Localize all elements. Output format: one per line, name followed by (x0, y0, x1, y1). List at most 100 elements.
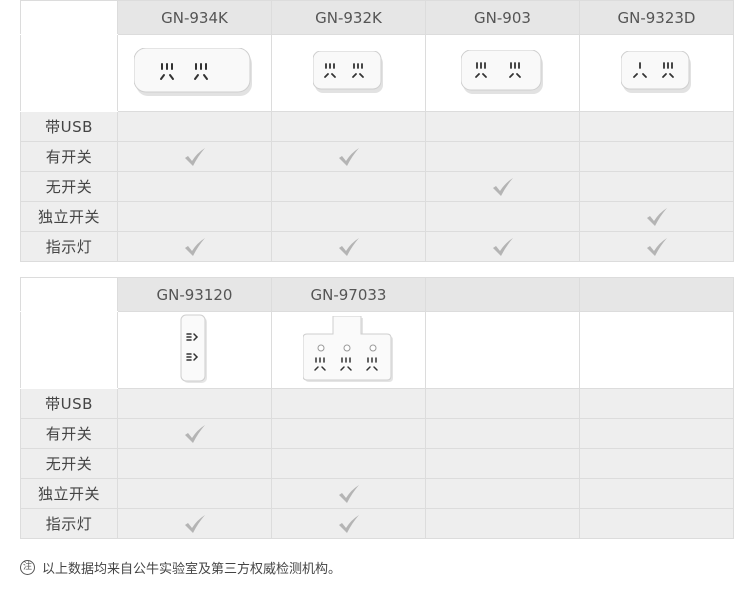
checkmark-icon (646, 237, 667, 256)
feature-row: 无开关 (20, 448, 734, 479)
feature-row: 有开关 (20, 418, 734, 449)
feature-cell (117, 388, 272, 419)
feature-row: 带USB (20, 111, 734, 142)
feature-cell (271, 201, 426, 232)
feature-cell (271, 141, 426, 172)
checkmark-icon (338, 237, 359, 256)
product-image-row (20, 311, 734, 389)
feature-row: 指示灯 (20, 508, 734, 539)
feature-label: 无开关 (20, 448, 118, 479)
feature-cell (579, 201, 734, 232)
feature-cell (117, 171, 272, 202)
feature-cell (579, 111, 734, 142)
feature-label: 指示灯 (20, 508, 118, 539)
comparison-table-2: GN-93120 GN-97033 带USB 有开关 无开关 独立开关 指示灯 (20, 277, 734, 539)
feature-row: 无开关 (20, 171, 734, 202)
checkmark-icon (338, 147, 359, 166)
checkmark-icon (184, 147, 205, 166)
feature-cell (117, 201, 272, 232)
checkmark-icon (338, 484, 359, 503)
product-name: GN-934K (117, 0, 272, 35)
feature-cell (425, 418, 580, 449)
feature-cell (579, 448, 734, 479)
product-image-cell (271, 34, 426, 112)
feature-cell (425, 201, 580, 232)
feature-label: 独立开关 (20, 478, 118, 509)
feature-label: 独立开关 (20, 201, 118, 232)
product-image-cell (425, 34, 580, 112)
feature-cell (271, 171, 426, 202)
power-strip-2-outlet-image (460, 50, 543, 94)
feature-cell (271, 508, 426, 539)
checkmark-icon (184, 514, 205, 533)
feature-cell (579, 231, 734, 262)
power-strip-2-outlet-image (312, 51, 383, 93)
product-name: GN-93120 (117, 277, 272, 312)
feature-cell (425, 171, 580, 202)
product-name (425, 277, 580, 312)
power-strip-2-outlet-image (620, 51, 691, 93)
feature-cell (579, 418, 734, 449)
feature-label: 指示灯 (20, 231, 118, 262)
note-icon: 注 (20, 559, 35, 575)
feature-row: 独立开关 (20, 478, 734, 509)
feature-label: 带USB (20, 111, 118, 142)
corner-cell (20, 34, 118, 112)
corner-cell (20, 277, 118, 312)
feature-cell (425, 388, 580, 419)
feature-cell (117, 478, 272, 509)
feature-cell (579, 141, 734, 172)
product-image-cell (579, 311, 734, 389)
feature-cell (425, 478, 580, 509)
feature-cell (117, 231, 272, 262)
product-name (579, 277, 734, 312)
feature-label: 有开关 (20, 141, 118, 172)
feature-row: 指示灯 (20, 231, 734, 262)
product-name: GN-932K (271, 0, 426, 35)
feature-cell (117, 508, 272, 539)
power-strip-2-outlet-image (133, 48, 252, 96)
feature-row: 有开关 (20, 141, 734, 172)
checkmark-icon (646, 207, 667, 226)
feature-cell (425, 141, 580, 172)
feature-cell (271, 418, 426, 449)
feature-cell (579, 171, 734, 202)
product-image-row (20, 34, 734, 112)
feature-row: 独立开关 (20, 201, 734, 232)
corner-cell (20, 0, 118, 35)
product-header-row: GN-93120 GN-97033 (20, 277, 734, 312)
feature-cell (117, 418, 272, 449)
feature-cell (271, 478, 426, 509)
feature-cell (117, 141, 272, 172)
feature-cell (425, 111, 580, 142)
checkmark-icon (492, 237, 513, 256)
feature-cell (579, 508, 734, 539)
feature-row: 带USB (20, 388, 734, 419)
feature-label: 带USB (20, 388, 118, 419)
product-image-cell (117, 311, 272, 389)
checkmark-icon (338, 514, 359, 533)
feature-label: 无开关 (20, 171, 118, 202)
checkmark-icon (184, 424, 205, 443)
product-image-cell (271, 311, 426, 389)
feature-cell (271, 231, 426, 262)
vertical-adapter-image (180, 314, 207, 383)
product-image-cell (117, 34, 272, 112)
feature-label: 有开关 (20, 418, 118, 449)
t-shaped-3-outlet-adapter-image (302, 316, 393, 382)
feature-cell (117, 111, 272, 142)
feature-rows: 带USB 有开关 无开关 独立开关 指示灯 (20, 388, 734, 539)
product-name: GN-9323D (579, 0, 734, 35)
product-name: GN-97033 (271, 277, 426, 312)
feature-cell (271, 448, 426, 479)
feature-cell (425, 508, 580, 539)
feature-cell (271, 111, 426, 142)
feature-cell (579, 388, 734, 419)
feature-cell (425, 448, 580, 479)
feature-cell (425, 231, 580, 262)
footnote: 注 以上数据均来自公牛实验室及第三方权威检测机构。 (20, 557, 341, 577)
product-image-cell (425, 311, 580, 389)
checkmark-icon (492, 177, 513, 196)
footnote-text: 以上数据均来自公牛实验室及第三方权威检测机构。 (42, 561, 342, 577)
checkmark-icon (184, 237, 205, 256)
